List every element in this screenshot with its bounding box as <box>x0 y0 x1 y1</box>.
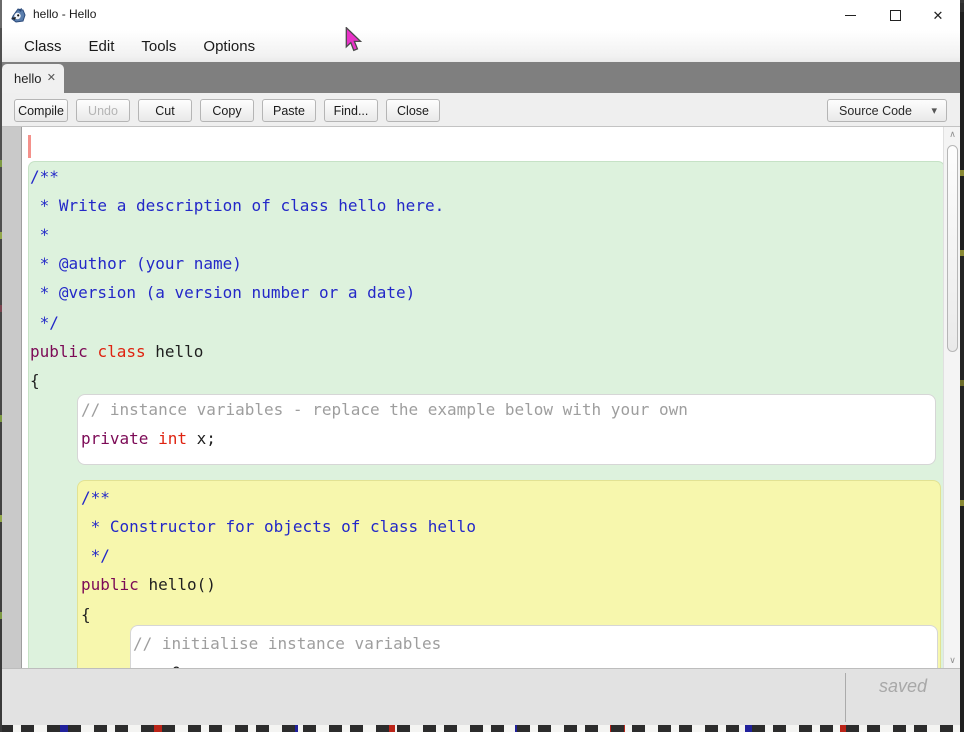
undo-button: Undo <box>76 99 130 122</box>
bluej-app-icon <box>10 7 27 24</box>
code-line[interactable]: * Write a description of class hello her… <box>30 191 444 220</box>
chevron-down-icon: ▾ <box>931 104 937 117</box>
code-line[interactable]: x = 0; <box>133 658 191 668</box>
toolbar: Compile Undo Cut Copy Paste Find... Clos… <box>2 93 960 127</box>
code-segment: * Write a description of class hello her… <box>30 196 444 215</box>
status-bar: saved <box>2 668 960 725</box>
vertical-scrollbar[interactable]: ∧ ∨ <box>943 127 960 668</box>
code-line[interactable]: /** <box>30 162 59 191</box>
code-segment: x; <box>197 429 216 448</box>
code-line[interactable]: * @author (your name) <box>30 249 242 278</box>
code-segment: * Constructor for objects of class hello <box>81 517 476 536</box>
maximize-icon <box>890 10 901 21</box>
code-editor[interactable]: /** * Write a description of class hello… <box>2 127 960 668</box>
code-segment: */ <box>81 546 110 565</box>
copy-button[interactable]: Copy <box>200 99 254 122</box>
mouse-cursor <box>345 27 363 54</box>
tab-bar: hello ✕ <box>2 62 960 93</box>
tab-hello[interactable]: hello ✕ <box>2 64 64 93</box>
menu-options[interactable]: Options <box>203 38 255 55</box>
view-selector-dropdown[interactable]: Source Code ▾ <box>827 99 947 122</box>
save-status-label: saved <box>879 676 927 697</box>
code-segment: * @author (your name) <box>30 254 242 273</box>
paste-button[interactable]: Paste <box>262 99 316 122</box>
title-bar[interactable]: hello - Hello ✕ <box>2 0 960 30</box>
code-segment: int <box>158 429 197 448</box>
close-window-button[interactable]: ✕ <box>922 0 954 30</box>
find-button[interactable]: Find... <box>324 99 378 122</box>
code-segment: * @version (a version number or a date) <box>30 283 415 302</box>
scrollbar-thumb[interactable] <box>947 145 958 352</box>
close-icon: ✕ <box>933 9 944 22</box>
scroll-down-icon[interactable]: ∨ <box>944 654 960 667</box>
code-line[interactable]: private int x; <box>81 424 216 453</box>
code-segment: class <box>97 342 155 361</box>
screen: hello - Hello ✕ Class Edit Tools Options… <box>0 0 964 732</box>
window-title: hello - Hello <box>33 7 96 21</box>
code-segment: */ <box>30 313 59 332</box>
minimize-button[interactable] <box>834 0 866 30</box>
maximize-button[interactable] <box>879 0 911 30</box>
code-segment: hello <box>155 342 203 361</box>
close-file-button[interactable]: Close <box>386 99 440 122</box>
menu-edit[interactable]: Edit <box>89 38 115 55</box>
code-segment: hello() <box>148 575 215 594</box>
code-line[interactable]: public hello() <box>81 570 216 599</box>
code-segment: { <box>81 605 91 624</box>
code-segment: /** <box>81 488 110 507</box>
code-line[interactable]: * <box>30 220 49 249</box>
code-segment: public <box>81 575 148 594</box>
code-segment: /** <box>30 167 59 186</box>
code-line[interactable]: * @version (a version number or a date) <box>30 278 415 307</box>
code-line[interactable]: // instance variables - replace the exam… <box>81 395 688 424</box>
code-line[interactable]: // initialise instance variables <box>133 629 441 658</box>
code-segment: // instance variables - replace the exam… <box>81 400 688 419</box>
code-line[interactable]: * Constructor for objects of class hello <box>81 512 476 541</box>
code-line[interactable]: { <box>30 366 40 395</box>
code-line[interactable]: */ <box>30 308 59 337</box>
minimize-icon <box>845 15 856 16</box>
status-divider <box>845 673 846 722</box>
compile-button[interactable]: Compile <box>14 99 68 122</box>
code-segment: private <box>81 429 158 448</box>
background-artifact-bottom <box>0 725 964 732</box>
code-line[interactable]: */ <box>81 541 110 570</box>
code-line[interactable]: public class hello <box>30 337 203 366</box>
breakpoint-gutter[interactable] <box>2 127 22 668</box>
bluej-editor-window: hello - Hello ✕ Class Edit Tools Options… <box>2 0 960 725</box>
menu-bar: Class Edit Tools Options <box>2 30 960 62</box>
text-caret <box>28 135 31 158</box>
scroll-up-icon[interactable]: ∧ <box>944 128 960 141</box>
cut-button[interactable]: Cut <box>138 99 192 122</box>
view-selector-value: Source Code <box>839 104 931 118</box>
code-segment: public <box>30 342 97 361</box>
menu-class[interactable]: Class <box>24 38 62 55</box>
menu-tools[interactable]: Tools <box>141 38 176 55</box>
code-segment: // initialise instance variables <box>133 634 441 653</box>
code-segment: { <box>30 371 40 390</box>
tab-label: hello <box>14 71 47 86</box>
code-line[interactable]: /** <box>81 483 110 512</box>
tab-close-icon[interactable]: ✕ <box>47 73 56 84</box>
background-artifact-right <box>960 0 964 732</box>
code-line[interactable]: { <box>81 600 91 629</box>
code-segment: * <box>30 225 49 244</box>
